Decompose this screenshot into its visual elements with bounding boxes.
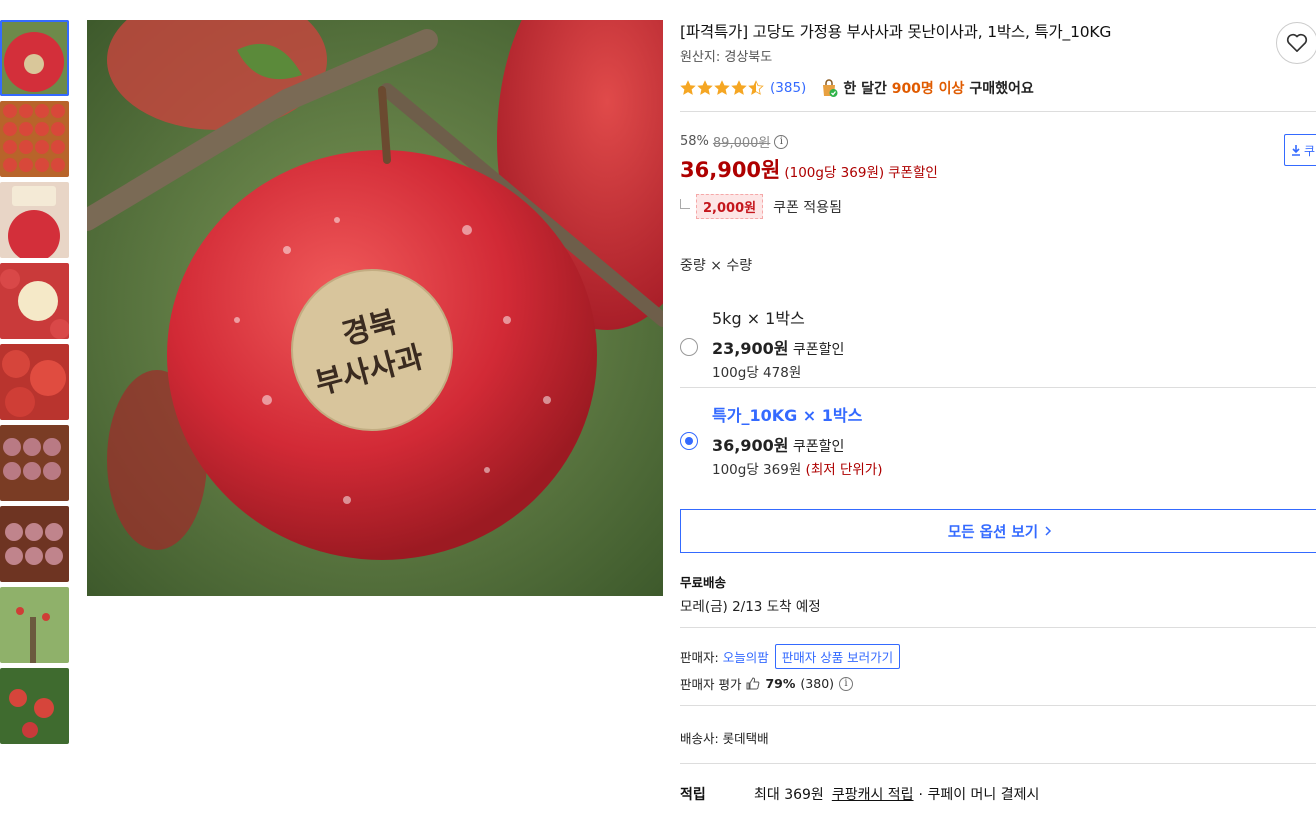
main-product-image[interactable]: 경북 부사사과 [87,20,663,596]
star-icon [680,80,696,95]
unit-price: (100g당 369원) [784,165,885,181]
thumbnail-8[interactable] [0,587,69,663]
thumbnail-apple-cut [0,263,69,339]
option-coupon-label: 쿠폰할인 [792,342,845,358]
seller-name-link[interactable]: 오늘의팜 [723,647,769,666]
thumbnail-tree-apples [0,668,69,744]
star-icon [714,80,730,95]
seller-rating-count: (380) [800,676,835,691]
coupang-cash-link[interactable]: 쿠팡캐시 적립 [832,784,914,804]
elbow-connector [680,198,690,209]
option-price: 23,900원 [712,339,789,358]
wishlist-button[interactable] [1276,22,1316,64]
thumbnail-7[interactable] [0,506,69,582]
reward-label: 적립 [680,787,706,803]
divider [680,111,1316,112]
thumbnail-3[interactable] [0,182,69,258]
thumbnail-apple-box [0,101,69,177]
seller-rating-row: 판매자 평가 79% (380) i [680,674,1316,693]
original-price: 89,000원 [712,136,771,151]
thumbnail-apple-crate [0,425,69,501]
option-price-row: 36,900원 쿠폰할인 [712,432,1316,456]
delivery-eta: 모레(금) 2/13 도착 예정 [680,599,821,615]
thumbnail-1[interactable] [0,20,69,96]
rating-stars[interactable] [680,80,764,96]
heart-icon [1286,33,1308,52]
coupon-download-label: 쿠 [1304,143,1316,158]
coupon-discount-label: 쿠폰할인 [888,165,938,181]
reward-row: 적립 최대 369원 쿠팡캐시 적립 · 쿠페이 머니 결제시 [680,784,1316,804]
reward-text: 최대 369원 [754,787,824,803]
shopping-bag-icon [823,79,838,97]
option-coupon-label: 쿠폰할인 [792,439,845,455]
discount-rate: 58% [680,134,709,149]
courier-info: 배송사: 롯데택배 [680,731,769,746]
info-icon[interactable]: i [839,676,854,691]
purchase-suffix: 구매했어요 [969,81,1034,97]
product-info: [파격특가] 고당도 가정용 부사사과 못난이사과, 1박스, 특가_10KG … [680,20,1316,804]
thumbnail-apple-closeup [0,182,69,258]
thumbnail-orchard [0,587,69,663]
shipping-info: 무료배송 모레(금) 2/13 도착 예정 [680,572,1316,615]
option-price: 36,900원 [712,436,789,455]
option-item-10kg[interactable]: 특가_10KG × 1박스 36,900원 쿠폰할인 100g당 369원 (최… [680,402,1316,494]
thumbnail-apple-pile [0,344,69,420]
divider [680,763,1316,764]
seller-label: 판매자: [680,650,719,665]
thumbnail-5[interactable] [0,344,69,420]
purchase-count: 900명 이상 [891,81,965,97]
all-options-label: 모든 옵션 보기 [947,524,1039,541]
thumbnail-2[interactable] [0,101,69,177]
divider [680,627,1316,628]
apple-photo: 경북 부사사과 [87,20,663,596]
thumbnail-6[interactable] [0,425,69,501]
option-unit-row: 100g당 369원 (최저 단위가) [712,458,1316,478]
lowest-unit-badge: (최저 단위가) [805,462,883,478]
option-label: 중량 × 수량 [680,258,753,274]
option-radio-10kg[interactable] [680,432,698,450]
product-origin: 원산지: 경상북도 [680,50,773,65]
divider [680,705,1316,706]
option-unit-price: 100g당 369원 [712,462,802,478]
product-title: [파격특가] 고당도 가정용 부사사과 못난이사과, 1박스, 특가_10KG [680,23,1112,41]
all-options-button[interactable]: 모든 옵션 보기 [680,509,1316,553]
chevron-right-icon [1045,526,1052,536]
thumbnail-apple-crate-2 [0,506,69,582]
purchase-prefix: 한 달간 [843,81,887,97]
rating-row: (385) 한 달간 900명 이상 구매했어요 [680,77,1316,99]
coupon-applied-text: 쿠폰 적용됨 [773,199,842,216]
coupon-download-button[interactable]: 쿠 [1284,134,1316,166]
thumbnail-apple-sticker [0,20,69,96]
purchase-stat: 한 달간 900명 이상 구매했어요 [843,78,1033,98]
review-count-link[interactable]: (385) [770,80,806,96]
thumbs-up-icon [746,677,760,690]
seller-rating-value: 79% [765,676,796,691]
thumbnail-list [0,20,69,749]
sale-price-row: 36,900원 (100g당 369원) 쿠폰할인 [680,154,1316,184]
option-name: 특가_10KG × 1박스 [712,406,863,425]
star-icon [731,80,747,95]
coupon-amount-badge: 2,000원 [696,194,764,219]
download-icon [1292,145,1300,156]
option-radio-5kg[interactable] [680,338,698,356]
option-name: 5kg × 1박스 [712,309,805,328]
info-icon[interactable]: i [774,134,789,149]
shipping-type: 무료배송 [680,575,727,590]
seller-rating-label: 판매자 평가 [680,677,742,692]
star-icon [748,80,764,95]
option-price-row: 23,900원 쿠폰할인 [712,335,1316,359]
option-item-5kg[interactable]: 5kg × 1박스 23,900원 쿠폰할인 100g당 478원 [680,305,1316,381]
thumbnail-4[interactable] [0,263,69,339]
divider [680,387,1316,388]
seller-row: 판매자: 오늘의팜 판매자 상품 보러가기 [680,644,1316,669]
price-discount-row: 58% 89,000원 i [680,132,1316,151]
thumbnail-9[interactable] [0,668,69,744]
option-unit-price: 100g당 478원 [712,365,802,381]
reward-suffix: · 쿠페이 머니 결제시 [918,787,1040,803]
star-icon [697,80,713,95]
sale-price: 36,900원 [680,158,781,182]
seller-products-button[interactable]: 판매자 상품 보러가기 [774,644,901,669]
coupon-row: 2,000원 쿠폰 적용됨 [680,194,1316,219]
